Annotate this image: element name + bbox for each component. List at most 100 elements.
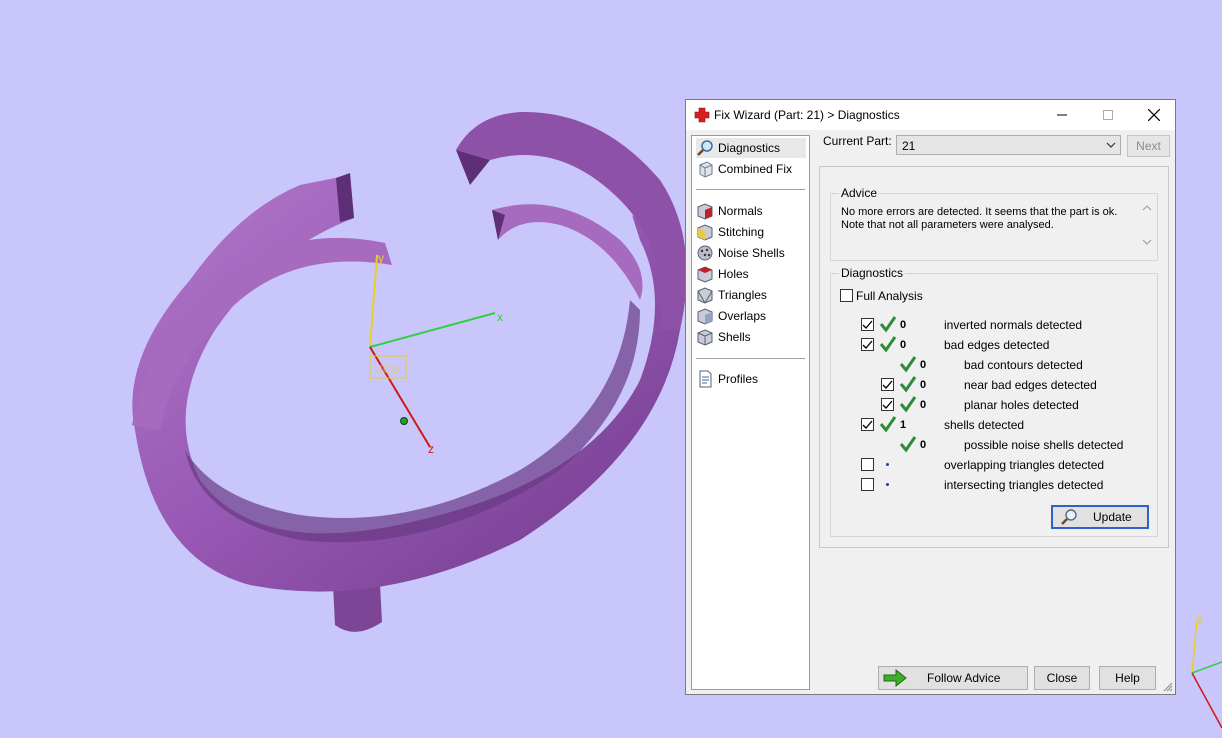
row-checkbox[interactable]	[861, 338, 874, 351]
triangles-cube-icon	[696, 286, 714, 304]
green-check-icon	[899, 356, 917, 373]
nav-item-noise-shells[interactable]: Noise Shells	[696, 243, 785, 263]
pending-dot-icon	[886, 483, 889, 486]
nav-item-label: Diagnostics	[718, 141, 781, 155]
row-checkbox[interactable]	[881, 378, 894, 391]
row-checkbox[interactable]	[861, 318, 874, 331]
row-count: 0	[920, 439, 927, 451]
next-button[interactable]: Next	[1127, 135, 1170, 157]
green-check-icon	[899, 436, 917, 453]
row-label: near bad edges detected	[964, 378, 1097, 392]
row-label: bad edges detected	[944, 338, 1050, 352]
update-label: Update	[1093, 510, 1132, 524]
nav-item-normals[interactable]: Normals	[696, 201, 763, 221]
nav-item-label: Triangles	[718, 288, 767, 302]
nav-item-label: Noise Shells	[718, 246, 785, 260]
pending-dot-icon	[886, 463, 889, 466]
advice-scrollbar[interactable]	[1140, 202, 1154, 248]
close-icon	[1148, 109, 1160, 121]
nav-item-shells[interactable]: Shells	[696, 327, 751, 347]
nav-item-label: Holes	[718, 267, 749, 281]
overlaps-cube-icon	[696, 307, 714, 325]
diagnostics-caption: Diagnostics	[839, 266, 906, 280]
row-checkbox[interactable]	[861, 418, 874, 431]
nav-item-label: Profiles	[718, 372, 759, 386]
nav-item-stitching[interactable]: Stitching	[696, 222, 764, 242]
help-button[interactable]: Help	[1099, 666, 1156, 690]
update-button[interactable]: Update	[1051, 505, 1149, 529]
nav-item-triangles[interactable]: Triangles	[696, 285, 767, 305]
nav-item-overlaps[interactable]: Overlaps	[696, 306, 766, 326]
origin-point[interactable]	[400, 417, 408, 425]
nav-item-label: Shells	[718, 330, 751, 344]
magnifier-icon	[696, 139, 714, 157]
resize-grip-icon[interactable]	[1163, 682, 1173, 692]
row-label: inverted normals detected	[944, 318, 1083, 332]
diagnostics-group: Diagnostics Full Analysis 0 inverted nor…	[830, 266, 1158, 537]
fix-wizard-dialog: Fix Wizard (Part: 21) > Diagnostics Diag…	[685, 99, 1176, 695]
follow-advice-label: Follow Advice	[927, 671, 1001, 685]
checkmark-small-icon	[862, 340, 873, 349]
current-part-label: Current Part:	[823, 134, 892, 148]
row-count: 0	[920, 359, 927, 371]
follow-advice-button[interactable]: Follow Advice	[878, 666, 1028, 690]
green-check-icon	[879, 336, 897, 353]
nav-item-holes[interactable]: Holes	[696, 264, 749, 284]
chevron-down-icon	[1106, 142, 1116, 148]
nav-item-label: Stitching	[718, 225, 765, 239]
green-arrow-icon	[883, 669, 907, 687]
row-label: bad contours detected	[964, 358, 1083, 372]
axis-x-label: x	[497, 310, 503, 324]
row-checkbox[interactable]	[861, 478, 874, 491]
stitching-cube-icon	[696, 223, 714, 241]
nav-item-combined-fix[interactable]: Combined Fix	[696, 159, 792, 179]
close-window-button[interactable]	[1131, 100, 1177, 130]
noise-shells-icon	[696, 244, 714, 262]
advice-group: Advice No more errors are detected. It s…	[830, 186, 1158, 261]
row-label: possible noise shells detected	[964, 438, 1124, 452]
minimize-icon	[1057, 114, 1067, 116]
dialog-title: Fix Wizard (Part: 21) > Diagnostics	[714, 108, 900, 122]
green-check-icon	[899, 376, 917, 393]
axis-z-label: z	[428, 442, 434, 456]
ucs-axes: y x z UCS	[369, 251, 503, 456]
nav-item-diagnostics[interactable]: Diagnostics	[696, 138, 806, 158]
minimize-button[interactable]	[1039, 100, 1085, 130]
close-button[interactable]: Close	[1034, 666, 1090, 690]
current-part-select[interactable]: 21	[896, 135, 1121, 155]
row-label: planar holes detected	[964, 398, 1079, 412]
row-count: 0	[900, 319, 907, 331]
green-check-icon	[879, 416, 897, 433]
ring-model[interactable]	[132, 111, 687, 632]
row-label: shells detected	[944, 418, 1025, 432]
cube-icon	[696, 160, 714, 178]
document-icon	[696, 370, 714, 388]
normals-cube-icon	[696, 202, 714, 220]
advice-text: No more errors are detected. It seems th…	[841, 206, 1118, 231]
mini-axes: y	[1191, 611, 1222, 729]
title-bar[interactable]: Fix Wizard (Part: 21) > Diagnostics	[686, 100, 1175, 130]
full-analysis-checkbox[interactable]	[840, 289, 853, 302]
green-check-icon	[879, 316, 897, 333]
checkmark-small-icon	[862, 320, 873, 329]
maximize-icon	[1103, 110, 1113, 120]
nav-item-label: Normals	[718, 204, 763, 218]
maximize-button[interactable]	[1085, 100, 1131, 130]
current-part-value: 21	[902, 139, 916, 153]
checkmark-small-icon	[862, 420, 873, 429]
full-analysis-label: Full Analysis	[856, 289, 923, 303]
row-count: 0	[900, 339, 907, 351]
row-label: intersecting triangles detected	[944, 478, 1104, 492]
shells-cube-icon	[696, 328, 714, 346]
axis-y-label: y	[378, 251, 384, 265]
green-check-icon	[899, 396, 917, 413]
nav-item-label: Overlaps	[718, 309, 767, 323]
row-checkbox[interactable]	[861, 458, 874, 471]
holes-cube-icon	[696, 265, 714, 283]
red-cross-icon	[694, 107, 710, 123]
nav-item-profiles[interactable]: Profiles	[696, 369, 758, 389]
row-count: 1	[900, 419, 907, 431]
row-checkbox[interactable]	[881, 398, 894, 411]
checkmark-small-icon	[882, 400, 893, 409]
mini-axis-y-label: y	[1197, 611, 1203, 625]
